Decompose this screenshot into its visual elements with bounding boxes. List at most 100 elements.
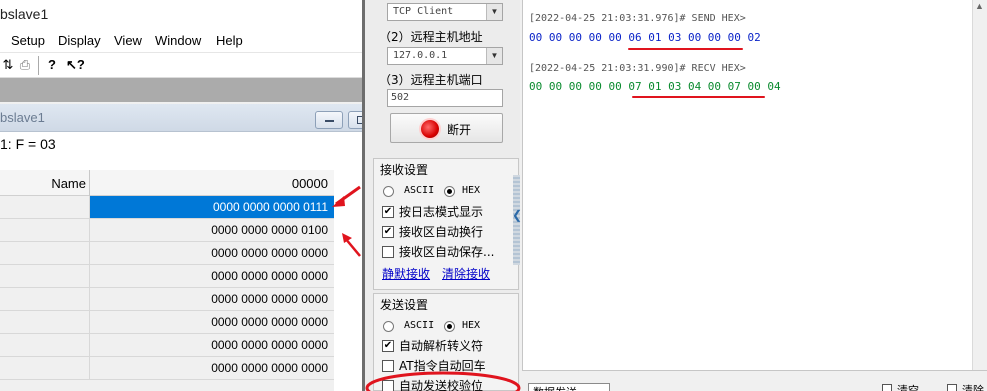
- port-label: （3）远程主机端口: [379, 73, 483, 87]
- row-name-cell[interactable]: [0, 265, 90, 287]
- silent-receive-link[interactable]: 静默接收: [382, 265, 430, 282]
- column-name-header[interactable]: Name: [51, 176, 86, 191]
- table-row[interactable]: 0000 0000 0000 0100: [0, 219, 334, 242]
- chevron-down-icon[interactable]: ▼: [486, 48, 502, 64]
- receive-log-mode-checkbox[interactable]: ✔: [382, 206, 394, 218]
- menu-bar: Setup Display View Window Help: [0, 30, 362, 52]
- mdi-background: [0, 78, 362, 102]
- table-row[interactable]: 0000 0000 0000 0000: [0, 357, 334, 380]
- table-row[interactable]: 0000 0000 0000 0000: [0, 288, 334, 311]
- receive-auto-save-checkbox[interactable]: [382, 246, 394, 258]
- host-address-field[interactable]: 127.0.0.1 ▼: [387, 47, 503, 65]
- row-name-cell[interactable]: [0, 311, 90, 333]
- row-name-cell[interactable]: [0, 242, 90, 264]
- slave-id-text: 1: F = 03: [0, 136, 56, 152]
- receive-option-label: 接收区自动保存...: [399, 245, 495, 259]
- send-area-header: 数据发送 清空 清除: [522, 370, 987, 391]
- child-window-titlebar: bslave1: [0, 104, 362, 132]
- send-escape-checkbox[interactable]: ✔: [382, 340, 394, 352]
- receive-ascii-radio[interactable]: [383, 186, 394, 197]
- row-value-cell[interactable]: 0000 0000 0000 0000: [90, 357, 334, 379]
- row-name-cell[interactable]: [0, 334, 90, 356]
- menu-setup[interactable]: Setup: [11, 33, 45, 48]
- connection-status-icon: [421, 120, 439, 138]
- disconnect-label: 断开: [447, 123, 472, 137]
- table-header: Name 00000: [0, 170, 334, 196]
- row-value-cell[interactable]: 0000 0000 0000 0111: [90, 196, 334, 218]
- send-at-cr-checkbox[interactable]: [382, 360, 394, 372]
- host-label: （2）远程主机地址: [379, 30, 483, 44]
- sort-icon[interactable]: ⇅: [0, 57, 16, 73]
- menu-display[interactable]: Display: [58, 33, 101, 48]
- log-hex-recv: 00 00 00 00 00 07 01 03 04 00 07 00 04: [529, 80, 781, 93]
- net-settings-panel: TCP Client ▼ （2）远程主机地址 127.0.0.1 ▼ （3）远程…: [362, 0, 521, 391]
- bottom-option-checkbox[interactable]: [947, 384, 957, 391]
- receive-hex-radio[interactable]: [444, 186, 455, 197]
- host-value: 127.0.0.1: [393, 50, 448, 61]
- row-value-cell[interactable]: 0000 0000 0000 0000: [90, 288, 334, 310]
- log-scrollbar[interactable]: ▲: [972, 0, 987, 370]
- menu-help[interactable]: Help: [216, 33, 243, 48]
- minimize-button[interactable]: [315, 111, 343, 129]
- table-row[interactable]: 0000 0000 0000 0000: [0, 311, 334, 334]
- maximize-button[interactable]: [348, 111, 362, 129]
- table-row[interactable]: 0000 0000 0000 0000: [0, 334, 334, 357]
- send-ascii-radio[interactable]: [383, 321, 394, 332]
- receive-option-label: 接收区自动换行: [399, 225, 484, 239]
- menu-window[interactable]: Window: [155, 33, 201, 48]
- receive-settings-title: 接收设置: [380, 163, 429, 177]
- print-icon[interactable]: ⎙: [17, 57, 33, 73]
- log-hex-send: 00 00 00 00 00 06 01 03 00 00 00 02: [529, 31, 761, 44]
- log-header-send: [2022-04-25 21:03:31.976]# SEND HEX>: [529, 13, 746, 24]
- send-settings-group: 发送设置 ASCII HEX ✔ 自动解析转义符 AT指令自动回车 自动发送校验…: [373, 293, 519, 391]
- row-value-cell[interactable]: 0000 0000 0000 0000: [90, 265, 334, 287]
- chevron-left-icon[interactable]: ❮: [512, 208, 522, 222]
- send-checksum-checkbox[interactable]: [382, 380, 394, 391]
- row-value-cell[interactable]: 0000 0000 0000 0100: [90, 219, 334, 241]
- disconnect-button[interactable]: 断开: [390, 113, 503, 143]
- protocol-select[interactable]: TCP Client ▼: [387, 3, 503, 21]
- annotation-underline: [628, 48, 743, 50]
- send-option-label: AT指令自动回车: [399, 359, 486, 373]
- receive-option-label: 按日志模式显示: [399, 205, 484, 219]
- bottom-option-label: 清空: [897, 384, 919, 391]
- child-window-title: bslave1: [0, 110, 45, 125]
- row-name-cell[interactable]: [0, 196, 90, 218]
- port-field[interactable]: 502: [387, 89, 503, 107]
- menu-view[interactable]: View: [114, 33, 142, 48]
- table-empty-area: [334, 170, 362, 391]
- context-help-icon[interactable]: ↖?: [66, 57, 85, 73]
- bottom-option-checkbox[interactable]: [882, 384, 892, 391]
- toolbar-separator: [38, 56, 39, 75]
- port-value: 502: [391, 92, 410, 103]
- send-data-tab[interactable]: 数据发送: [528, 383, 610, 391]
- row-value-cell[interactable]: 0000 0000 0000 0000: [90, 334, 334, 356]
- row-value-cell[interactable]: 0000 0000 0000 0000: [90, 242, 334, 264]
- bottom-option-label: 清除: [962, 384, 984, 391]
- help-icon[interactable]: ?: [44, 57, 60, 73]
- slave-id-line: 1: F = 03: [0, 132, 362, 170]
- table-row[interactable]: 0000 0000 0000 0000: [0, 242, 334, 265]
- toolbar: ⇅ ⎙ ? ↖?: [0, 52, 362, 78]
- row-value-cell[interactable]: 0000 0000 0000 0000: [90, 311, 334, 333]
- send-ascii-label: ASCII: [404, 320, 435, 331]
- column-divider: [89, 170, 90, 196]
- row-name-cell[interactable]: [0, 357, 90, 379]
- send-hex-radio[interactable]: [444, 321, 455, 332]
- annotation-underline: [632, 96, 765, 98]
- scroll-up-icon[interactable]: ▲: [975, 1, 984, 11]
- protocol-value: TCP Client: [393, 6, 454, 17]
- receive-log-area[interactable]: [2022-04-25 21:03:31.976]# SEND HEX> 00 …: [522, 0, 972, 370]
- receive-hex-label: HEX: [462, 185, 481, 196]
- row-name-cell[interactable]: [0, 219, 90, 241]
- send-option-label: 自动解析转义符: [399, 339, 484, 353]
- row-name-cell[interactable]: [0, 288, 90, 310]
- clear-receive-link[interactable]: 清除接收: [442, 265, 490, 282]
- chevron-down-icon[interactable]: ▼: [486, 4, 502, 20]
- receive-auto-wrap-checkbox[interactable]: ✔: [382, 226, 394, 238]
- table-row[interactable]: 0000 0000 0000 0111: [0, 196, 334, 219]
- table-row[interactable]: 0000 0000 0000 0000: [0, 265, 334, 288]
- receive-ascii-label: ASCII: [404, 185, 435, 196]
- column-address-header[interactable]: 00000: [292, 176, 328, 191]
- send-hex-label: HEX: [462, 320, 481, 331]
